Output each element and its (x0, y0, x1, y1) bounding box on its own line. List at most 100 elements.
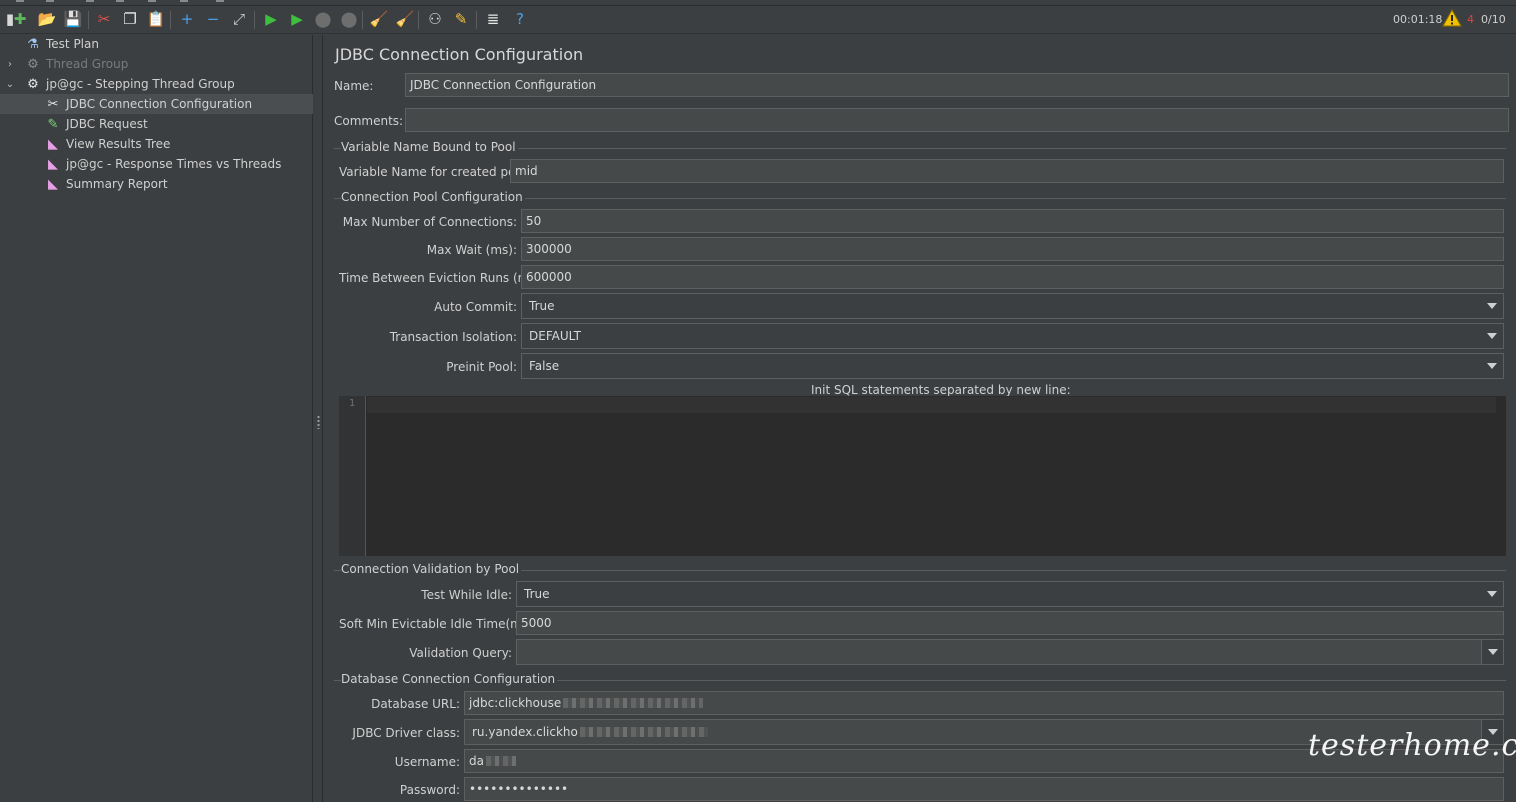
name-label: Name: (334, 79, 374, 93)
clear-all-button[interactable]: 🧹 (395, 9, 415, 29)
tree-item[interactable]: ◣ Summary Report (0, 174, 313, 194)
auto-commit-value: True (529, 299, 555, 313)
chevron-down-icon[interactable] (1481, 640, 1503, 664)
validation-query-input[interactable] (517, 640, 531, 664)
tree-item-label: jp@gc - Response Times vs Threads (66, 157, 282, 171)
paste-button[interactable]: 📋 (146, 9, 166, 29)
test-while-idle-label: Test While Idle: (421, 588, 512, 602)
function-helper-button[interactable]: ≣ (483, 9, 503, 29)
new-button[interactable]: ✚ (10, 9, 30, 29)
copy-button[interactable]: ❐ (120, 9, 140, 29)
password-label: Password: (399, 783, 460, 797)
chevron-down-icon[interactable] (1487, 591, 1497, 597)
preinit-pool-value: False (529, 359, 560, 373)
chevron-down-icon[interactable] (1487, 363, 1497, 369)
database-url-value: jdbc:clickhouse (469, 696, 562, 710)
comments-label: Comments: (334, 114, 404, 128)
eviction-runs-field[interactable]: 600000 (521, 265, 1504, 289)
tree-item-label: jp@gc - Stepping Thread Group (46, 77, 235, 91)
validation-query-combo[interactable] (516, 639, 1504, 665)
soft-min-idle-field[interactable]: 5000 (516, 611, 1504, 635)
split-pane-divider[interactable] (314, 35, 323, 802)
chevron-down-icon[interactable] (1487, 303, 1497, 309)
tree-item[interactable]: ◣ jp@gc - Response Times vs Threads (0, 154, 313, 174)
save-button[interactable]: 💾 (63, 9, 83, 29)
chevron-down-icon[interactable]: ⌄ (4, 79, 16, 90)
expand-button[interactable]: + (177, 9, 197, 29)
tree-item[interactable]: ◣ View Results Tree (0, 134, 313, 154)
tree-item[interactable]: ⚗ Test Plan (0, 34, 313, 54)
help-button[interactable]: ? (510, 9, 530, 29)
splitter-grip[interactable] (317, 415, 320, 429)
preinit-pool-select[interactable]: False (521, 353, 1504, 379)
chevron-right-icon[interactable]: › (4, 59, 16, 70)
collapse-button[interactable]: − (203, 9, 223, 29)
error-count[interactable]: 4 (1467, 13, 1474, 26)
gear-icon: ⚙ (27, 56, 39, 72)
menu-remnant-mark (46, 0, 54, 2)
auto-commit-select[interactable]: True (521, 293, 1504, 319)
toolbar-separator (362, 11, 363, 29)
transaction-isolation-select[interactable]: DEFAULT (521, 323, 1504, 349)
username-value: da (469, 754, 484, 768)
username-label: Username: (394, 755, 460, 769)
page-title: JDBC Connection Configuration (335, 45, 584, 64)
start-button[interactable]: ▶ (261, 9, 281, 29)
reset-search-button[interactable]: ✎ (451, 9, 471, 29)
tree-item[interactable]: › ⚙ Thread Group (0, 54, 313, 74)
max-wait-field[interactable]: 300000 (521, 237, 1504, 261)
line-number: 1 (349, 398, 356, 409)
toolbar-separator (476, 11, 477, 29)
gear-icon: ⚙ (27, 76, 39, 92)
warning-icon[interactable] (1442, 8, 1462, 30)
variable-group-title: Variable Name Bound to Pool (341, 140, 518, 154)
init-sql-label: Init SQL statements separated by new lin… (811, 383, 1071, 397)
name-field[interactable]: JDBC Connection Configuration (405, 73, 1509, 97)
preinit-pool-label: Preinit Pool: (446, 360, 517, 374)
cut-button[interactable]: ✂ (94, 9, 114, 29)
chart-icon: ◣ (48, 136, 58, 152)
clear-button[interactable]: 🧹 (369, 9, 389, 29)
database-url-field[interactable]: jdbc:clickhouse (464, 691, 1504, 715)
stop-button[interactable]: ⬤ (313, 9, 333, 29)
test-while-idle-select[interactable]: True (516, 581, 1504, 607)
pool-variable-field[interactable]: mid (510, 159, 1504, 183)
test-while-idle-value: True (524, 587, 550, 601)
toggle-button[interactable]: ⤢ (229, 9, 249, 29)
search-button[interactable]: ⚇ (425, 9, 445, 29)
menu-remnant-mark (180, 0, 188, 2)
menu-remnant-mark (86, 0, 94, 2)
tree-item[interactable]: ⌄ ⚙ jp@gc - Stepping Thread Group (0, 74, 313, 94)
pipette-icon: ✎ (47, 116, 59, 132)
wrench-icon: ✂ (47, 96, 59, 112)
comments-field[interactable] (405, 108, 1509, 132)
max-wait-label: Max Wait (ms): (426, 243, 517, 257)
toolbar-separator (418, 11, 419, 29)
chart-icon: ◣ (48, 156, 58, 172)
eviction-runs-label: Time Between Eviction Runs (ms): (339, 271, 545, 285)
shutdown-button[interactable]: ⬤ (339, 9, 359, 29)
tree-item-label: JDBC Request (66, 117, 148, 131)
driver-class-input[interactable]: ru.yandex.clickho (465, 720, 715, 744)
open-button[interactable]: 📂 (37, 9, 57, 29)
redacted-blur (579, 727, 708, 737)
menu-remnant-mark (16, 0, 24, 2)
start-no-pauses-button[interactable]: ▶ (287, 9, 307, 29)
password-field[interactable]: •••••••••••••• (464, 777, 1504, 801)
test-plan-tree: ⚗ Test Plan › ⚙ Thread Group ⌄ ⚙ jp@gc - Steppi… (0, 35, 313, 802)
watermark: testerhome.com (1308, 728, 1516, 763)
max-connections-field[interactable]: 50 (521, 209, 1504, 233)
config-panel: JDBC Connection Configuration Name: JDBC… (324, 35, 1516, 802)
init-sql-editor[interactable]: 1 (339, 396, 1506, 556)
tree-item-label: Summary Report (66, 177, 168, 191)
toolbar-separator (254, 11, 255, 29)
tree-item[interactable]: ✎ JDBC Request (0, 114, 313, 134)
pool-group-title: Connection Pool Configuration (341, 190, 525, 204)
db-group-title: Database Connection Configuration (341, 672, 558, 686)
tree-item[interactable]: ✂ JDBC Connection Configuration (0, 94, 313, 114)
chevron-down-icon[interactable] (1487, 333, 1497, 339)
driver-class-label: JDBC Driver class: (352, 726, 460, 740)
menu-remnant-mark (216, 0, 224, 2)
validation-group-title: Connection Validation by Pool (341, 562, 522, 576)
driver-class-value: ru.yandex.clickho (472, 725, 578, 739)
